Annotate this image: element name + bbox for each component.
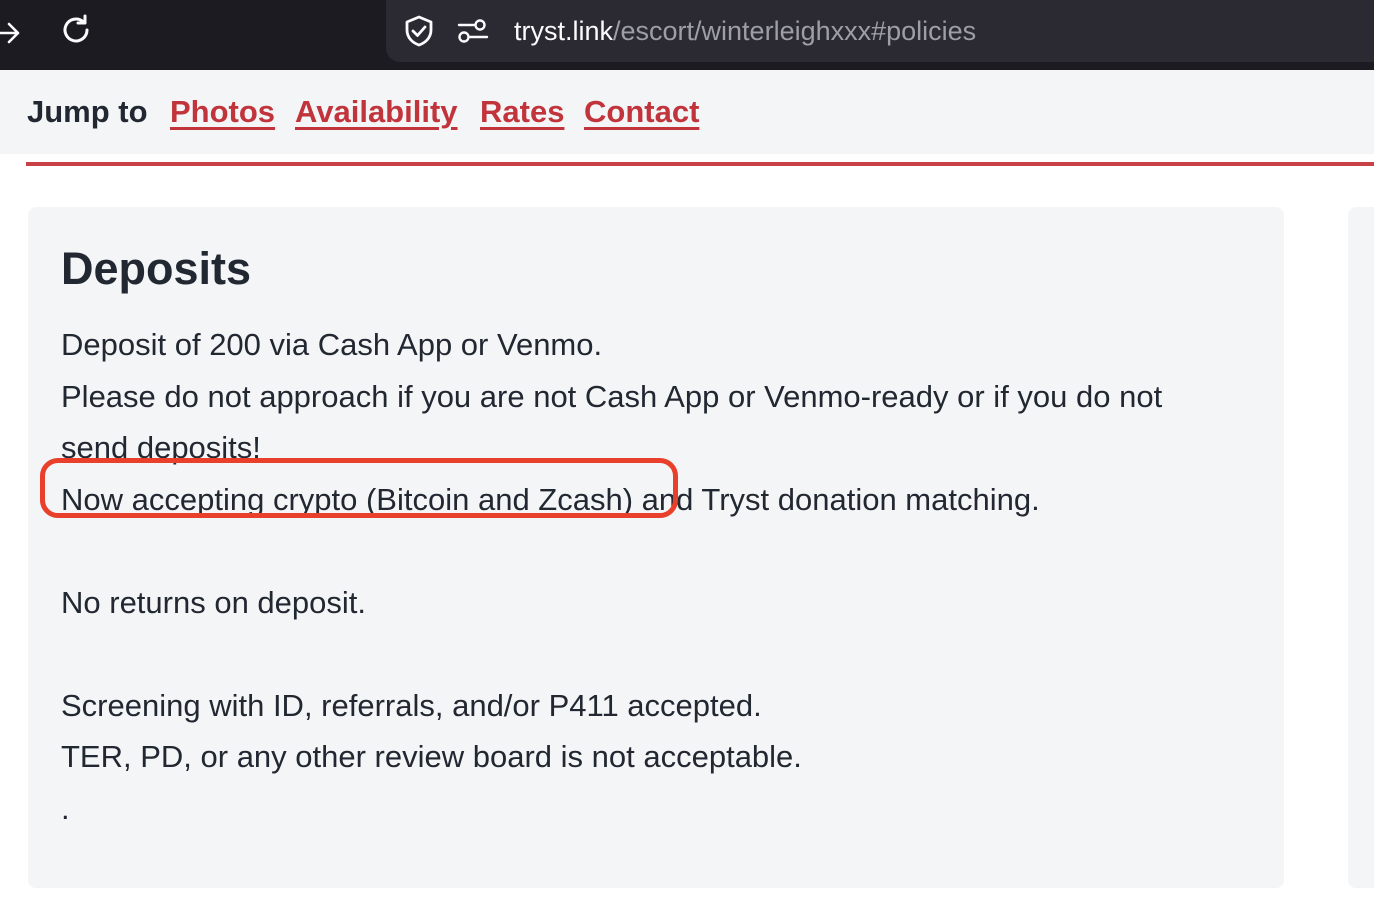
policy-line: Screening with ID, referrals, and/or P41…	[61, 687, 762, 723]
policy-line	[61, 525, 1261, 577]
address-bar[interactable]: tryst.link/escort/winterleighxxx#policie…	[386, 0, 1374, 62]
policy-line: Please do not approach if you are not Ca…	[61, 378, 1163, 414]
adjacent-card-edge	[1348, 207, 1374, 888]
jump-link-availability[interactable]: Availability	[295, 94, 458, 130]
deposits-title: Deposits	[61, 243, 252, 294]
forward-arrow-icon[interactable]	[0, 18, 24, 48]
jump-link-rates[interactable]: Rates	[480, 94, 564, 130]
browser-toolbar: tryst.link/escort/winterleighxxx#policie…	[0, 0, 1374, 70]
url-path: /escort/winterleighxxx#policies	[613, 16, 977, 46]
policy-line: Deposit of 200 via Cash App or Venmo.	[61, 327, 603, 362]
section-divider	[26, 162, 1374, 166]
jump-link-photos[interactable]: Photos	[170, 94, 275, 130]
policy-line: TER, PD, or any other review board is no…	[61, 739, 802, 774]
policy-line: .	[61, 790, 70, 826]
policy-line: No returns on deposit.	[61, 584, 367, 620]
deposits-card: Deposits Deposit of 200 via Cash App or …	[28, 207, 1284, 888]
jump-link-contact[interactable]: Contact	[584, 94, 699, 130]
site-permissions-icon[interactable]	[456, 16, 490, 46]
reload-icon[interactable]	[58, 12, 94, 48]
jump-nav: Jump to Photos Availability Rates Contac…	[0, 70, 1374, 154]
jump-label: Jump to	[27, 94, 148, 129]
url-host: tryst.link	[514, 16, 614, 46]
page-content: Jump to Photos Availability Rates Contac…	[0, 70, 1374, 904]
url-text[interactable]: tryst.link/escort/winterleighxxx#policie…	[514, 14, 976, 48]
tracking-protection-shield-icon[interactable]	[402, 14, 436, 48]
policy-line	[61, 628, 1261, 680]
crypto-highlight-annotation	[40, 458, 678, 518]
deposits-text: Deposit of 200 via Cash App or Venmo. Pl…	[61, 319, 1261, 834]
